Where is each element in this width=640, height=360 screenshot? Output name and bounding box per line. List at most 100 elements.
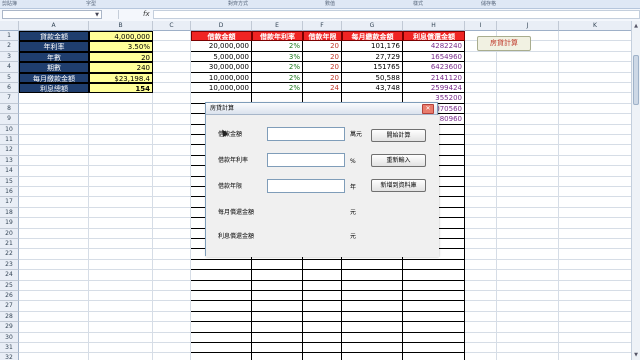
table-cell[interactable]: 20 xyxy=(303,62,342,73)
grid-cell[interactable] xyxy=(19,239,89,250)
row-header-29[interactable]: 29 xyxy=(0,322,19,333)
grid-cell[interactable] xyxy=(89,93,153,104)
grid-cell[interactable] xyxy=(497,155,559,167)
grid-cell[interactable] xyxy=(89,166,153,177)
grid-cell[interactable] xyxy=(89,124,153,135)
grid-cell[interactable] xyxy=(89,280,153,291)
table-cell[interactable] xyxy=(342,301,403,312)
table-cell[interactable] xyxy=(252,270,303,281)
table-cell[interactable] xyxy=(252,291,303,302)
grid-cell[interactable] xyxy=(465,207,497,219)
grid-cell[interactable] xyxy=(19,145,89,156)
table-cell[interactable] xyxy=(403,322,465,333)
table-cell[interactable] xyxy=(252,343,303,354)
grid-cell[interactable] xyxy=(559,145,631,156)
grid-cell[interactable] xyxy=(465,280,497,291)
row-header-17[interactable]: 17 xyxy=(0,197,19,208)
grid-cell[interactable] xyxy=(497,353,559,360)
grid-cell[interactable] xyxy=(559,114,631,125)
grid-cell[interactable] xyxy=(497,114,559,125)
grid-cell[interactable] xyxy=(19,311,89,323)
scroll-up-icon[interactable]: ▲ xyxy=(632,23,640,29)
table-cell[interactable] xyxy=(191,343,252,354)
grid-cell[interactable] xyxy=(465,332,497,343)
add-to-database-button[interactable]: 新增到資料庫 xyxy=(371,179,426,192)
row-header-25[interactable]: 25 xyxy=(0,280,19,291)
grid-cell[interactable] xyxy=(465,124,497,135)
grid-cell[interactable] xyxy=(465,187,497,198)
grid-cell[interactable] xyxy=(559,322,631,333)
row-header-9[interactable]: 9 xyxy=(0,114,19,125)
grid-cell[interactable] xyxy=(559,260,631,271)
row-header-12[interactable]: 12 xyxy=(0,145,19,156)
row-header-15[interactable]: 15 xyxy=(0,176,19,187)
grid-cell[interactable] xyxy=(19,249,89,260)
table-cell[interactable] xyxy=(403,259,465,271)
row-header-6[interactable]: 6 xyxy=(0,83,19,94)
table-cell[interactable]: 4282240 xyxy=(403,41,465,52)
grid-cell[interactable] xyxy=(19,259,89,271)
table-cell[interactable]: 2599424 xyxy=(403,83,465,94)
param-value[interactable]: 20 xyxy=(89,51,153,63)
grid-cell[interactable] xyxy=(153,124,191,135)
table-cell[interactable]: 20 xyxy=(303,51,342,63)
table-cell[interactable] xyxy=(191,353,252,360)
loan-amount-input[interactable] xyxy=(267,127,345,141)
close-icon[interactable]: ✕ xyxy=(422,104,434,114)
grid-cell[interactable] xyxy=(89,176,153,187)
grid-cell[interactable] xyxy=(559,208,631,219)
grid-cell[interactable] xyxy=(19,197,89,208)
grid-cell[interactable] xyxy=(559,218,631,229)
row-header-7[interactable]: 7 xyxy=(0,93,19,104)
grid-cell[interactable] xyxy=(89,187,153,198)
row-header-10[interactable]: 10 xyxy=(0,124,19,135)
table-cell[interactable] xyxy=(342,280,403,291)
grid-cell[interactable] xyxy=(153,72,191,83)
grid-cell[interactable] xyxy=(89,249,153,260)
table-cell[interactable]: 20 xyxy=(303,72,342,83)
table-cell[interactable]: 2% xyxy=(252,83,303,94)
grid-cell[interactable] xyxy=(559,270,631,281)
grid-cell[interactable] xyxy=(19,228,89,239)
grid-cell[interactable] xyxy=(89,332,153,343)
grid-cell[interactable] xyxy=(465,103,497,115)
grid-cell[interactable] xyxy=(497,103,559,115)
grid-cell[interactable] xyxy=(497,72,559,83)
table-cell[interactable] xyxy=(303,311,342,323)
grid-cell[interactable] xyxy=(559,187,631,198)
table-cell[interactable] xyxy=(403,280,465,291)
grid-cell[interactable] xyxy=(465,239,497,250)
grid-cell[interactable] xyxy=(497,239,559,250)
grid-cell[interactable] xyxy=(89,207,153,219)
table-cell[interactable] xyxy=(342,270,403,281)
grid-cell[interactable] xyxy=(89,135,153,146)
chevron-down-icon[interactable]: ▼ xyxy=(95,11,99,20)
grid-cell[interactable] xyxy=(497,93,559,104)
grid-cell[interactable] xyxy=(19,332,89,343)
table-cell[interactable] xyxy=(342,343,403,354)
grid-cell[interactable] xyxy=(497,270,559,281)
row-header-16[interactable]: 16 xyxy=(0,187,19,198)
grid-cell[interactable] xyxy=(497,322,559,333)
row-header-20[interactable]: 20 xyxy=(0,228,19,239)
column-header-b[interactable]: B xyxy=(89,21,153,31)
grid-cell[interactable] xyxy=(465,155,497,167)
grid-cell[interactable] xyxy=(89,259,153,271)
column-header-c[interactable]: C xyxy=(153,21,191,31)
table-cell[interactable]: 20,000,000 xyxy=(191,41,252,52)
table-cell[interactable] xyxy=(191,291,252,302)
table-cell[interactable] xyxy=(191,270,252,281)
scroll-thumb[interactable] xyxy=(633,55,639,105)
grid-cell[interactable] xyxy=(497,135,559,146)
table-cell[interactable] xyxy=(342,322,403,333)
param-value[interactable]: 154 xyxy=(89,83,153,94)
table-cell[interactable] xyxy=(191,322,252,333)
table-cell[interactable] xyxy=(303,280,342,291)
table-cell[interactable]: 27,729 xyxy=(342,51,403,63)
table-cell[interactable] xyxy=(342,311,403,323)
column-header-k[interactable]: K xyxy=(559,21,631,31)
grid-cell[interactable] xyxy=(89,301,153,312)
grid-cell[interactable] xyxy=(465,228,497,239)
grid-cell[interactable] xyxy=(89,353,153,360)
grid-cell[interactable] xyxy=(559,333,631,343)
